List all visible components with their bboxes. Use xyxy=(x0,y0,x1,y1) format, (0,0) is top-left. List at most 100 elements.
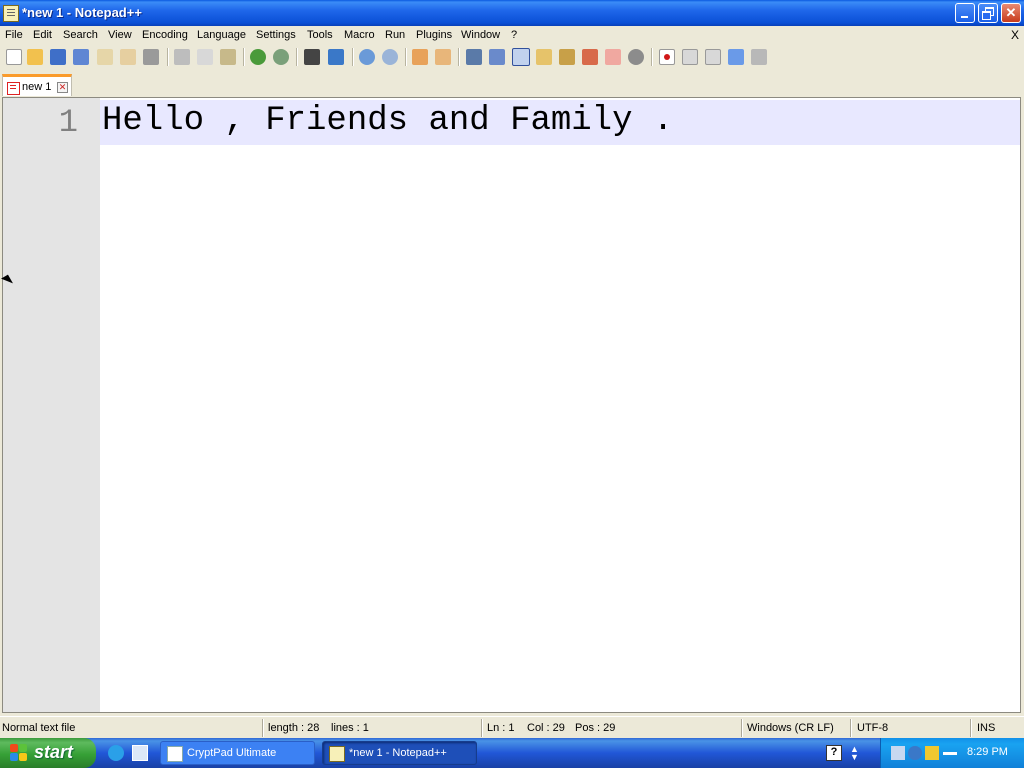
help-icon[interactable]: ? xyxy=(826,745,842,761)
network-icon[interactable] xyxy=(891,746,905,760)
toolbar-separator xyxy=(352,48,354,66)
undo-icon[interactable] xyxy=(250,49,266,65)
shield-icon[interactable] xyxy=(925,746,939,760)
menu-view[interactable]: View xyxy=(108,29,132,41)
tab-new-1[interactable]: new 1 ✕ xyxy=(2,74,72,96)
show-all-chars-icon[interactable] xyxy=(489,49,505,65)
function-list-icon[interactable] xyxy=(559,49,575,65)
toolbar-separator xyxy=(458,48,460,66)
cryptpad-app-icon xyxy=(167,746,183,762)
status-divider xyxy=(262,719,264,737)
find-icon[interactable] xyxy=(304,49,320,65)
menu-help[interactable]: ? xyxy=(511,29,517,41)
notepad-plus-plus-icon xyxy=(329,746,345,762)
close-window-button[interactable]: ✕ xyxy=(1001,3,1021,23)
copy-icon[interactable] xyxy=(197,49,213,65)
status-divider xyxy=(970,719,972,737)
taskbar-button-cryptpad[interactable]: CryptPad Ultimate xyxy=(160,741,315,765)
sync-vertical-icon[interactable] xyxy=(412,49,428,65)
minimize-button[interactable] xyxy=(955,3,975,23)
save-all-icon[interactable] xyxy=(73,49,89,65)
tab-close-icon[interactable]: ✕ xyxy=(57,82,68,93)
taskbar-scroll-icon[interactable]: ▲ ▼ xyxy=(850,745,860,762)
editor-area[interactable]: 1 Hello , Friends and Family . xyxy=(1,97,1021,713)
taskbar: start CryptPad Ultimate *new 1 - Notepad… xyxy=(0,738,1024,768)
internet-explorer-icon[interactable] xyxy=(108,745,124,761)
replace-icon[interactable] xyxy=(328,49,344,65)
menu-window[interactable]: Window xyxy=(461,29,500,41)
menu-encoding[interactable]: Encoding xyxy=(142,29,188,41)
task-label: *new 1 - Notepad++ xyxy=(349,747,447,759)
document-map-icon[interactable] xyxy=(536,49,552,65)
record-macro-icon[interactable] xyxy=(659,49,675,65)
menu-search[interactable]: Search xyxy=(63,29,98,41)
tab-bar: new 1 ✕ xyxy=(0,71,1024,97)
redo-icon[interactable] xyxy=(273,49,289,65)
save-macro-icon[interactable] xyxy=(751,49,767,65)
indent-guide-icon[interactable] xyxy=(512,48,530,66)
unsaved-document-icon xyxy=(7,82,20,95)
task-label: CryptPad Ultimate xyxy=(187,747,277,759)
status-divider xyxy=(481,719,483,737)
new-file-icon[interactable] xyxy=(6,49,22,65)
status-line: Ln : 1 xyxy=(487,722,515,734)
line-number-gutter: 1 xyxy=(3,98,100,712)
zoom-out-icon[interactable] xyxy=(382,49,398,65)
toolbar xyxy=(0,45,1024,69)
editor-text-line[interactable]: Hello , Friends and Family . xyxy=(102,102,673,140)
status-encoding: UTF-8 xyxy=(857,722,889,734)
windows-logo-icon xyxy=(10,744,28,762)
play-macro-icon[interactable] xyxy=(705,49,721,65)
zoom-in-icon[interactable] xyxy=(359,49,375,65)
volume-icon[interactable] xyxy=(943,752,957,755)
menu-macro[interactable]: Macro xyxy=(344,29,375,41)
run-macro-multiple-icon[interactable] xyxy=(728,49,744,65)
monitoring-icon[interactable] xyxy=(628,49,644,65)
status-file-type: Normal text file xyxy=(2,722,76,734)
restore-icon xyxy=(979,4,997,22)
paste-icon[interactable] xyxy=(220,49,236,65)
save-icon[interactable] xyxy=(50,49,66,65)
menu-file[interactable]: File xyxy=(5,29,23,41)
toolbar-separator xyxy=(167,48,169,66)
toolbar-separator xyxy=(651,48,653,66)
menu-plugins[interactable]: Plugins xyxy=(416,29,452,41)
cut-icon[interactable] xyxy=(174,49,190,65)
status-column: Col : 29 xyxy=(527,722,565,734)
open-file-icon[interactable] xyxy=(27,49,43,65)
title-bar[interactable]: *new 1 - Notepad++ ✕ xyxy=(0,0,1024,26)
print-icon[interactable] xyxy=(143,49,159,65)
toolbar-separator xyxy=(296,48,298,66)
close-all-icon[interactable] xyxy=(120,49,136,65)
menu-settings[interactable]: Settings xyxy=(256,29,296,41)
start-label: start xyxy=(34,742,74,762)
toolbar-separator xyxy=(243,48,245,66)
status-bar: Normal text file length : 28 lines : 1 L… xyxy=(0,716,1024,739)
start-button[interactable]: start xyxy=(0,738,96,768)
menu-language[interactable]: Language xyxy=(197,29,246,41)
toolbar-separator xyxy=(405,48,407,66)
taskbar-button-notepad[interactable]: *new 1 - Notepad++ xyxy=(322,741,477,765)
menu-bar: File Edit Search View Encoding Language … xyxy=(0,26,1024,45)
window-title: *new 1 - Notepad++ xyxy=(22,5,142,20)
tab-label: new 1 xyxy=(22,81,52,93)
show-desktop-icon[interactable] xyxy=(132,745,148,761)
menu-run[interactable]: Run xyxy=(385,29,405,41)
security-center-icon[interactable] xyxy=(908,746,922,760)
status-insert-mode: INS xyxy=(977,722,996,734)
folder-workspace-icon[interactable] xyxy=(605,49,621,65)
status-position: Pos : 29 xyxy=(575,722,616,734)
close-icon[interactable] xyxy=(97,49,113,65)
sync-horizontal-icon[interactable] xyxy=(435,49,451,65)
notepad-plus-plus-icon[interactable] xyxy=(3,5,19,22)
menu-tools[interactable]: Tools xyxy=(307,29,333,41)
close-document-button[interactable]: X xyxy=(1011,28,1019,42)
user-language-icon[interactable] xyxy=(582,49,598,65)
word-wrap-icon[interactable] xyxy=(466,49,482,65)
menu-edit[interactable]: Edit xyxy=(33,29,52,41)
stop-record-icon[interactable] xyxy=(682,49,698,65)
status-eol: Windows (CR LF) xyxy=(747,722,834,734)
restore-button[interactable] xyxy=(978,3,998,23)
status-length: length : 28 xyxy=(268,722,320,734)
clock[interactable]: 8:29 PM xyxy=(967,746,1008,758)
